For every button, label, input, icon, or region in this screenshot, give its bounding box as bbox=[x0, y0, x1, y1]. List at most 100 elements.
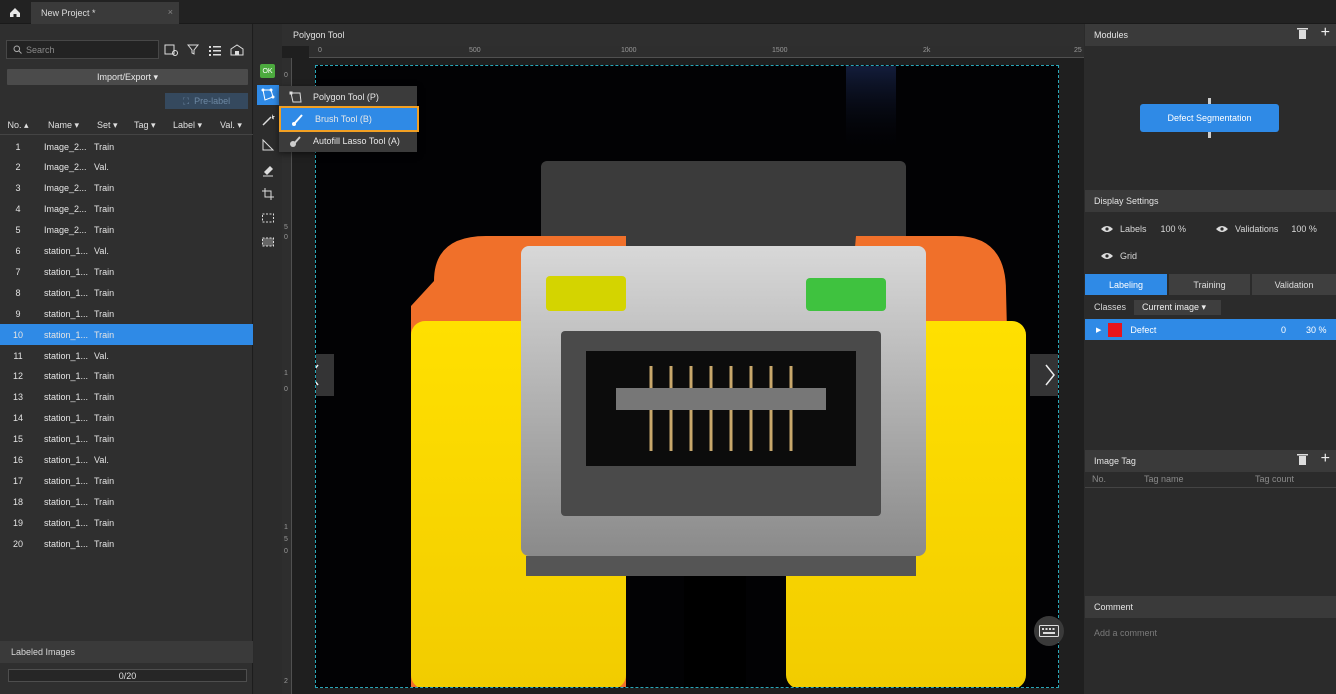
col-tag[interactable]: Tag ▾ bbox=[134, 120, 156, 131]
labels-visibility[interactable]: Labels 100 % bbox=[1101, 224, 1186, 234]
search-icon bbox=[13, 45, 22, 54]
ok-button[interactable]: OK bbox=[260, 64, 275, 78]
row-name: station_1... bbox=[44, 371, 89, 382]
roi-selection-icon bbox=[262, 213, 274, 223]
comment-input[interactable]: Add a comment bbox=[1094, 628, 1157, 638]
table-row[interactable]: 8 station_1... Train bbox=[0, 282, 253, 303]
mask-tool-button[interactable] bbox=[257, 232, 279, 252]
col-val[interactable]: Val. ▾ bbox=[220, 120, 242, 131]
filter-icon[interactable] bbox=[186, 42, 202, 58]
project-tab[interactable]: New Project * × bbox=[31, 2, 179, 24]
table-row[interactable]: 11 station_1... Val. bbox=[0, 345, 253, 366]
add-icon[interactable]: + bbox=[1321, 24, 1330, 42]
row-name: Image_2... bbox=[44, 141, 87, 152]
table-row[interactable]: 2 Image_2... Val. bbox=[0, 157, 253, 178]
row-name: station_1... bbox=[44, 329, 89, 340]
table-row[interactable]: 4 Image_2... Train bbox=[0, 199, 253, 220]
dataset-icon[interactable] bbox=[229, 42, 245, 58]
shape-tool-button[interactable] bbox=[257, 135, 279, 155]
row-name: station_1... bbox=[44, 413, 89, 424]
home-button[interactable] bbox=[4, 2, 26, 22]
tab-validation[interactable]: Validation bbox=[1252, 274, 1336, 295]
class-color-swatch[interactable] bbox=[1108, 322, 1123, 337]
polygon-tool-button[interactable] bbox=[257, 85, 279, 105]
magic-wand-button[interactable] bbox=[257, 110, 279, 130]
defect-segmentation-module[interactable]: Defect Segmentation bbox=[1140, 104, 1279, 132]
chevron-right-icon bbox=[1045, 364, 1055, 386]
row-set: Train bbox=[94, 475, 115, 486]
table-row[interactable]: 15 station_1... Train bbox=[0, 429, 253, 450]
menu-item-label: Brush Tool (B) bbox=[315, 114, 372, 124]
table-row[interactable]: 6 station_1... Val. bbox=[0, 241, 253, 262]
col-name-label[interactable]: Name ▾ bbox=[48, 120, 79, 131]
table-row[interactable]: 5 Image_2... Train bbox=[0, 220, 253, 241]
image-canvas[interactable] bbox=[315, 65, 1059, 688]
table-row[interactable]: 10 station_1... Train bbox=[0, 324, 253, 346]
modules-header: Modules + bbox=[1085, 24, 1336, 46]
expand-arrow-icon[interactable]: ▶ bbox=[1096, 326, 1101, 334]
row-number: 12 bbox=[12, 371, 23, 382]
table-row[interactable]: 3 Image_2... Train bbox=[0, 178, 253, 199]
row-name: station_1... bbox=[44, 475, 89, 486]
pre-label-button[interactable]: ⛶ Pre-label bbox=[165, 93, 248, 109]
tab-close-icon[interactable]: × bbox=[168, 7, 173, 17]
validations-opacity[interactable]: 100 % bbox=[1291, 224, 1317, 234]
table-row[interactable]: 7 station_1... Train bbox=[0, 261, 253, 282]
classes-scope-dropdown[interactable]: Current image ▾ bbox=[1134, 300, 1221, 315]
row-name: station_1... bbox=[44, 350, 89, 361]
roi-button[interactable] bbox=[257, 208, 279, 228]
row-name: Image_2... bbox=[44, 162, 87, 173]
row-number: 8 bbox=[15, 287, 21, 298]
prev-image-button[interactable] bbox=[316, 354, 334, 396]
table-row[interactable]: 14 station_1... Train bbox=[0, 408, 253, 429]
col-set[interactable]: Set ▾ bbox=[97, 120, 118, 131]
row-number: 2 bbox=[15, 162, 21, 173]
eraser-button[interactable] bbox=[257, 160, 279, 180]
crop-button[interactable] bbox=[257, 184, 279, 204]
table-row[interactable]: 18 station_1... Train bbox=[0, 491, 253, 512]
angle-shape-icon bbox=[262, 138, 275, 151]
next-image-button[interactable] bbox=[1030, 354, 1058, 396]
validations-visibility[interactable]: Validations 100 % bbox=[1216, 224, 1317, 234]
class-row-defect[interactable]: ▶ Defect 0 30 % bbox=[1085, 319, 1336, 340]
import-export-button[interactable]: Import/Export ▾ bbox=[7, 69, 248, 85]
tab-training[interactable]: Training bbox=[1169, 274, 1250, 295]
row-set: Train bbox=[94, 287, 115, 298]
menu-item-brush-tool[interactable]: Brush Tool (B) bbox=[279, 106, 419, 132]
row-set: Train bbox=[94, 392, 115, 403]
row-set: Train bbox=[94, 204, 115, 215]
row-number: 16 bbox=[12, 455, 23, 465]
trash-icon[interactable] bbox=[1297, 453, 1308, 468]
grid-visibility[interactable]: Grid bbox=[1101, 251, 1137, 261]
list-view-icon[interactable] bbox=[207, 42, 223, 58]
row-set: Train bbox=[94, 371, 115, 382]
tab-labeling[interactable]: Labeling bbox=[1085, 274, 1167, 295]
table-row[interactable]: 13 station_1... Train bbox=[0, 387, 253, 408]
table-row[interactable]: 12 station_1... Train bbox=[0, 366, 253, 387]
row-set: Train bbox=[94, 517, 115, 528]
table-row[interactable]: 16 station_1... Val. bbox=[0, 450, 253, 471]
row-name: station_1... bbox=[44, 455, 89, 465]
menu-item-polygon-tool[interactable]: Polygon Tool (P) bbox=[279, 86, 417, 108]
table-header: No. ▴ Name ▾ Set ▾ Tag ▾ Label ▾ Val. ▾ bbox=[0, 116, 253, 135]
table-row[interactable]: 9 station_1... Train bbox=[0, 303, 253, 324]
shortcut-keyboard-button[interactable] bbox=[1034, 616, 1064, 646]
col-no[interactable]: No. ▴ bbox=[0, 120, 36, 131]
labeled-progress-bar: 0/20 bbox=[8, 669, 247, 682]
menu-item-lasso-tool[interactable]: Autofill Lasso Tool (A) bbox=[279, 130, 417, 152]
labels-opacity[interactable]: 100 % bbox=[1161, 224, 1187, 234]
table-row[interactable]: 17 station_1... Train bbox=[0, 470, 253, 491]
table-row[interactable]: 1 Image_2... Train bbox=[0, 136, 253, 157]
tag-table-header: No. Tag name Tag count bbox=[1085, 474, 1336, 488]
col-label[interactable]: Label ▾ bbox=[173, 120, 202, 131]
canvas-title: Polygon Tool bbox=[282, 24, 1084, 46]
search-input[interactable]: Search bbox=[6, 40, 159, 59]
row-number: 19 bbox=[12, 517, 23, 528]
table-row[interactable]: 19 station_1... Train bbox=[0, 512, 253, 533]
home-icon bbox=[10, 7, 20, 17]
add-icon[interactable]: + bbox=[1321, 450, 1330, 468]
tool-dropdown-menu: Polygon Tool (P) Brush Tool (B) Autofill… bbox=[279, 86, 419, 152]
table-row[interactable]: 20 station_1... Train bbox=[0, 533, 253, 554]
trash-icon[interactable] bbox=[1297, 27, 1308, 42]
image-filter-icon[interactable] bbox=[163, 42, 179, 58]
